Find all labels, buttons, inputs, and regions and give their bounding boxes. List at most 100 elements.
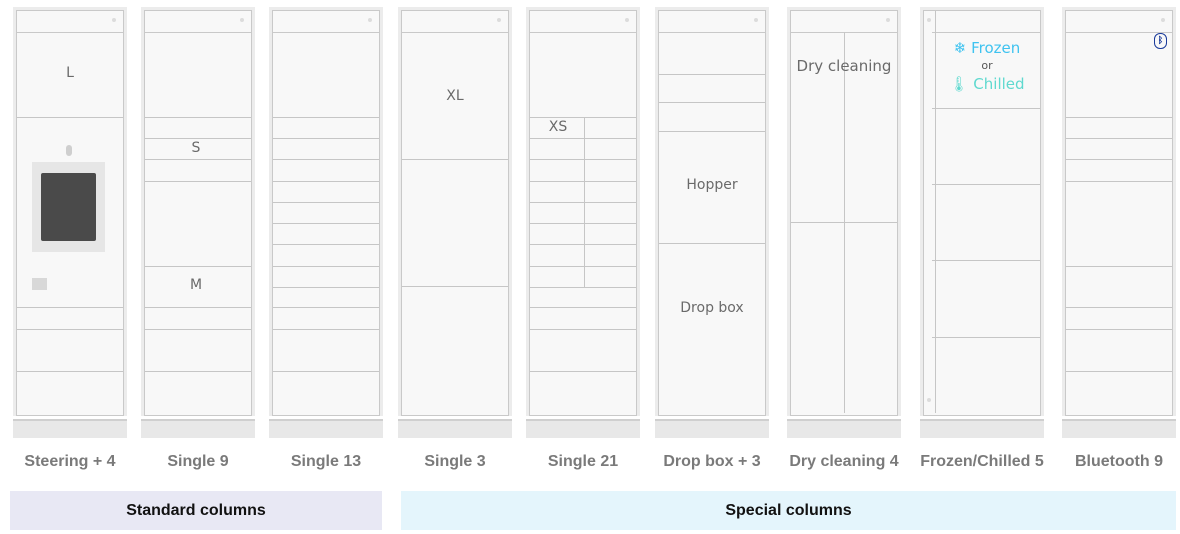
column-frame — [1062, 7, 1176, 416]
indicator-dot — [112, 18, 116, 22]
column-plinth — [787, 419, 901, 438]
compartment-divider — [273, 138, 379, 139]
indicator-dot — [240, 18, 244, 22]
compartment-divider — [530, 371, 636, 372]
compartment-divider — [17, 307, 123, 308]
column-frame — [141, 7, 255, 416]
column-frame — [269, 7, 383, 416]
locker-column — [1062, 7, 1176, 438]
indicator-dot — [927, 398, 931, 402]
compartment-divider — [145, 117, 251, 118]
compartment-divider — [145, 159, 251, 160]
compartment-divider — [273, 181, 379, 182]
column-frame — [526, 7, 640, 416]
column-header — [145, 11, 251, 33]
locker-column — [269, 7, 383, 438]
column-name: Single 9 — [167, 453, 229, 470]
compartment-label: S — [191, 140, 201, 156]
column-body — [144, 10, 252, 416]
column-plinth — [13, 419, 127, 438]
column-name: Single 13 — [290, 453, 362, 470]
compartment-divider — [659, 74, 765, 75]
column-name: Bluetooth 9 — [1075, 453, 1163, 470]
column-header — [273, 11, 379, 33]
column-name: Single 21 — [547, 453, 619, 470]
standard-columns-label: Standard columns — [126, 501, 266, 519]
column-header — [17, 11, 123, 33]
compartment-divider — [273, 266, 379, 267]
compartment-label: M — [189, 277, 203, 293]
compartment-divider — [932, 260, 1040, 261]
camera-icon — [66, 145, 72, 156]
column-plinth — [269, 419, 383, 438]
indicator-dot — [497, 18, 501, 22]
column-name: Dry cleaning 4 — [789, 453, 899, 470]
indicator-dot — [368, 18, 372, 22]
column-name: Steering + 4 — [24, 453, 116, 470]
or-label: or — [981, 59, 993, 72]
compartment-divider — [17, 329, 123, 330]
compartment-divider — [273, 159, 379, 160]
compartment-divider — [530, 329, 636, 330]
compartment-divider — [402, 286, 508, 287]
compartment-divider — [1066, 159, 1172, 160]
column-header — [1066, 11, 1172, 33]
compartment-divider — [932, 108, 1040, 109]
compartment-label: Dry cleaning — [796, 57, 892, 75]
frozen-label-group: ❄ Frozen or 🌡 Chilled — [949, 39, 1024, 93]
compartment-divider — [530, 223, 636, 224]
indicator-dot — [1161, 18, 1165, 22]
compartment-divider — [145, 307, 251, 308]
compartment-divider — [659, 102, 765, 103]
compartment-divider — [584, 117, 585, 287]
special-columns-band: Special columns — [401, 491, 1176, 530]
column-body — [658, 10, 766, 416]
indicator-dot — [927, 18, 931, 22]
compartment-divider — [932, 337, 1040, 338]
steering-screen-bezel — [32, 162, 105, 252]
column-frame — [398, 7, 512, 416]
column-header — [402, 11, 508, 33]
compartment-divider — [273, 244, 379, 245]
compartment-divider — [402, 159, 508, 160]
thermometer-icon: 🌡 — [949, 75, 969, 93]
steering-screen — [41, 173, 96, 241]
column-plinth — [1062, 419, 1176, 438]
column-plinth — [655, 419, 769, 438]
locker-column — [141, 7, 255, 438]
compartment-divider — [530, 181, 636, 182]
compartment-divider — [145, 266, 251, 267]
bluetooth-icon: ᛒ — [1154, 33, 1167, 49]
compartment-divider — [530, 266, 636, 267]
compartment-divider — [273, 307, 379, 308]
column-header — [659, 11, 765, 33]
frozen-label: Frozen — [971, 39, 1021, 57]
column-frame — [655, 7, 769, 416]
chilled-label: Chilled — [973, 75, 1025, 93]
column-plinth — [398, 419, 512, 438]
compartment-divider — [17, 371, 123, 372]
compartment-divider — [530, 159, 636, 160]
column-body — [529, 10, 637, 416]
chilled-row: 🌡 Chilled — [949, 75, 1024, 93]
compartment-label: XS — [548, 119, 568, 135]
compartment-label: XL — [446, 88, 464, 104]
compartment-label: L — [66, 65, 74, 81]
special-columns-label: Special columns — [725, 501, 852, 519]
compartment-divider — [17, 117, 123, 118]
compartment-divider — [659, 243, 765, 244]
compartment-label: Drop box — [680, 300, 744, 316]
compartment-divider — [145, 329, 251, 330]
compartment-divider — [1066, 138, 1172, 139]
indicator-dot — [886, 18, 890, 22]
snowflake-icon: ❄ — [953, 39, 967, 57]
locker-column — [655, 7, 769, 438]
column-header — [791, 11, 897, 33]
compartment-divider — [1066, 266, 1172, 267]
column-body — [272, 10, 380, 416]
column-header — [530, 11, 636, 33]
compartment-divider — [659, 131, 765, 132]
indicator-dot — [625, 18, 629, 22]
compartment-divider — [145, 138, 251, 139]
column-name: Frozen/Chilled 5 — [920, 453, 1044, 470]
